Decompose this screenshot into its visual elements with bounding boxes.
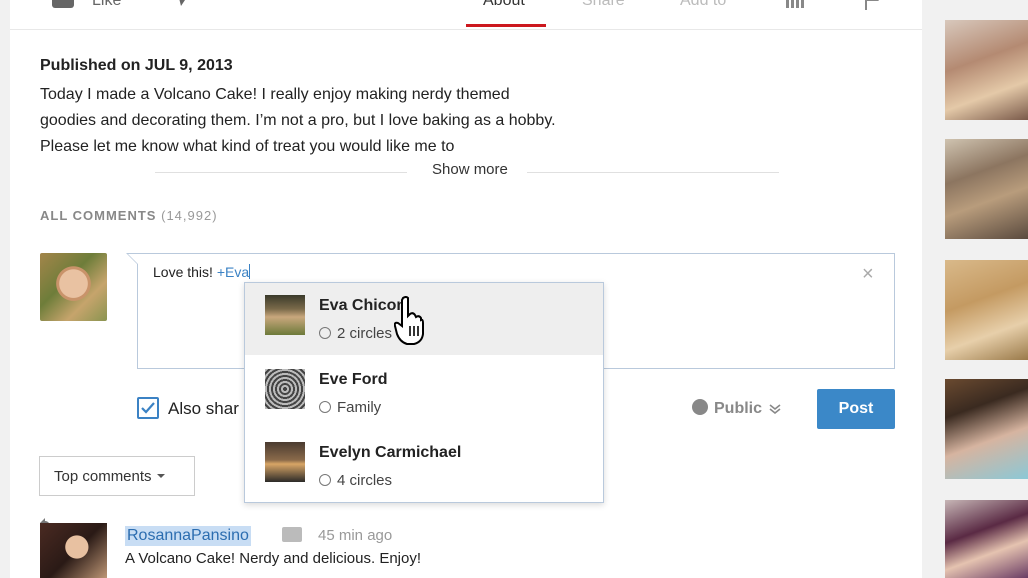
publish-date: Published on JUL 9, 2013 [40, 57, 233, 74]
suggestion-circle-label: 4 circles [337, 472, 393, 489]
suggestion-circle: Family [319, 399, 381, 416]
thumbs-up-icon[interactable] [52, 0, 74, 8]
sort-label: Top comments [54, 468, 152, 485]
verified-badge-icon [282, 527, 302, 542]
suggestion-name: Evelyn Carmichael [319, 444, 462, 461]
comment-timestamp[interactable]: 45 min ago [318, 527, 392, 544]
mention-autocomplete: Eva Chicon 2 circles Eve Ford Family Eve… [244, 282, 604, 503]
comments-heading-label: ALL COMMENTS [40, 208, 157, 223]
thumbs-down-icon[interactable] [175, 0, 195, 6]
commenter-avatar[interactable] [40, 523, 107, 578]
comments-heading: ALL COMMENTS (14,992) [40, 208, 218, 223]
divider [527, 172, 779, 173]
commenter-name[interactable]: RosannaPansino [125, 526, 251, 546]
action-bar: Like About Share Add to [10, 0, 922, 30]
also-share-label: Also shar [168, 399, 239, 418]
tab-about[interactable]: About [483, 0, 525, 10]
comments-count: (14,992) [161, 208, 218, 223]
visibility-label: Public [714, 400, 763, 417]
video-description: Today I made a Volcano Cake! I really en… [40, 86, 556, 155]
mention-text: +Eva [216, 264, 250, 280]
stats-icon[interactable] [785, 0, 805, 8]
related-video-thumbnail[interactable] [945, 20, 1028, 120]
tab-share[interactable]: Share [582, 0, 625, 10]
visibility-selector[interactable]: Public [692, 399, 781, 418]
text-caret [249, 264, 251, 279]
related-video-thumbnail[interactable] [945, 379, 1028, 479]
show-more-button[interactable]: Show more [426, 161, 514, 178]
checkmark-icon [141, 402, 155, 414]
suggestion-item[interactable]: Eve Ford Family [245, 357, 603, 429]
related-video-thumbnail[interactable] [945, 260, 1028, 360]
avatar-eve [265, 369, 305, 409]
suggestion-name: Eve Ford [319, 371, 388, 388]
chevron-down-icon [769, 404, 781, 415]
post-button[interactable]: Post [817, 389, 895, 429]
suggestion-item[interactable]: Evelyn Carmichael 4 circles [245, 430, 603, 502]
circle-icon [319, 474, 331, 486]
suggestion-circle: 2 circles [319, 325, 392, 342]
current-user-avatar [40, 253, 107, 321]
avatar-eva [265, 295, 305, 335]
video-info-card: Like About Share Add to Published on JUL… [10, 0, 922, 578]
hand-cursor-icon [394, 296, 424, 345]
suggestion-item[interactable]: Eva Chicon 2 circles [245, 283, 603, 355]
also-share-checkbox[interactable] [137, 397, 159, 419]
related-video-thumbnail[interactable] [945, 139, 1028, 239]
close-icon[interactable]: × [862, 264, 874, 284]
like-button[interactable]: Like [92, 0, 121, 10]
suggestion-circle: 4 circles [319, 472, 392, 489]
suggestion-circle-label: Family [337, 399, 382, 416]
comment-typed-text: Love this! [153, 264, 217, 280]
divider [155, 172, 407, 173]
sort-comments-dropdown[interactable]: Top comments [39, 456, 195, 496]
flag-icon[interactable] [863, 0, 881, 10]
related-video-thumbnail[interactable] [945, 500, 1028, 578]
comment-body: A Volcano Cake! Nerdy and delicious. Enj… [125, 550, 422, 567]
tab-add-to[interactable]: Add to [680, 0, 726, 10]
avatar-evelyn [265, 442, 305, 482]
comment-input-text[interactable]: Love this! +Eva [153, 264, 251, 280]
tab-active-indicator [466, 24, 546, 27]
circle-icon [319, 327, 331, 339]
caret-down-icon [156, 474, 165, 478]
suggestion-circle-label: 2 circles [337, 325, 393, 342]
globe-icon [692, 399, 708, 415]
circle-icon [319, 401, 331, 413]
